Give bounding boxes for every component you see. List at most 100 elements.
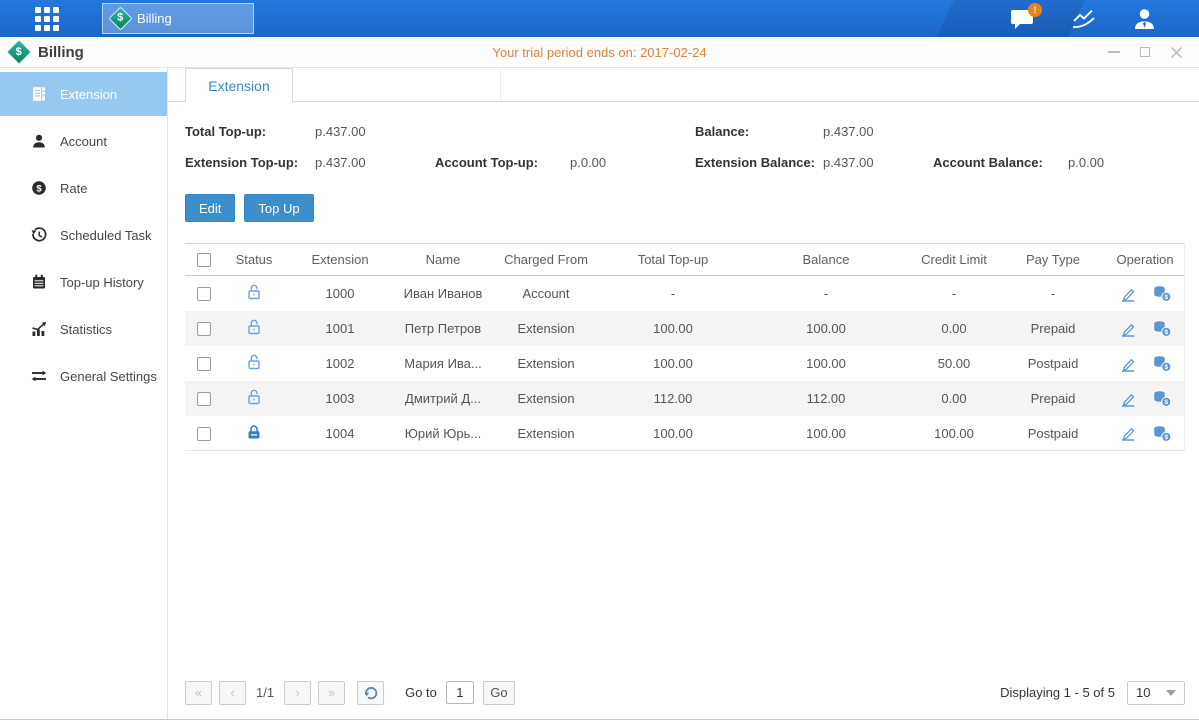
cell-extension: 1002: [285, 356, 395, 371]
page-size-value: 10: [1136, 685, 1150, 700]
messages-icon[interactable]: !: [1010, 7, 1035, 30]
edit-row-icon[interactable]: [1119, 320, 1137, 338]
balance-value: p.437.00: [823, 124, 933, 139]
displaying-text: Displaying 1 - 5 of 5: [1000, 685, 1115, 700]
table-row: 1000Иван ИвановAccount----$: [185, 276, 1184, 311]
minimize-icon[interactable]: [1107, 45, 1121, 59]
top-up-row-icon[interactable]: $: [1152, 425, 1172, 442]
col-charged-from: Charged From: [491, 252, 601, 267]
main-content: Extension Total Top-up: p.437.00 Extensi…: [168, 68, 1199, 719]
edit-row-icon[interactable]: [1119, 390, 1137, 408]
sidebar-item-label: Rate: [60, 181, 87, 196]
status-unlocked-icon[interactable]: [245, 283, 263, 301]
edit-row-icon[interactable]: [1119, 424, 1137, 442]
table-row: 1001Петр ПетровExtension100.00100.000.00…: [185, 311, 1184, 346]
cell-credit-limit: -: [907, 286, 1001, 301]
history-clock-icon: [30, 227, 47, 243]
status-unlocked-icon[interactable]: [245, 388, 263, 406]
select-all-checkbox[interactable]: [197, 253, 211, 267]
top-up-row-icon[interactable]: $: [1152, 285, 1172, 302]
last-page-button[interactable]: »: [318, 681, 345, 705]
status-unlocked-icon[interactable]: [245, 318, 263, 336]
table-header-row: Status Extension Name Charged From Total…: [185, 243, 1184, 276]
sidebar-item-scheduled-task[interactable]: Scheduled Task: [0, 213, 167, 257]
cell-name: Иван Иванов: [395, 286, 491, 301]
close-icon[interactable]: [1169, 45, 1183, 59]
cell-balance: -: [745, 286, 907, 301]
go-button[interactable]: Go: [483, 681, 515, 705]
goto-page-input[interactable]: [446, 681, 474, 704]
account-topup-label: Account Top-up:: [435, 155, 570, 170]
cell-charged-from: Extension: [491, 426, 601, 441]
cell-pay-type: Prepaid: [1001, 321, 1105, 336]
tab-divider: [500, 70, 501, 101]
user-account-icon[interactable]: [1132, 7, 1157, 31]
sidebar: Extension Account $ Rate: [0, 68, 168, 719]
sidebar-item-label: General Settings: [60, 369, 157, 384]
sidebar-item-account[interactable]: Account: [0, 119, 167, 163]
top-up-row-icon[interactable]: $: [1152, 355, 1172, 372]
sidebar-item-general-settings[interactable]: General Settings: [0, 354, 167, 398]
top-up-row-icon[interactable]: $: [1152, 320, 1172, 337]
edit-row-icon[interactable]: [1119, 285, 1137, 303]
window-title: Billing: [38, 44, 84, 61]
taskbar-tab-billing[interactable]: $ Billing: [102, 3, 254, 34]
col-credit-limit: Credit Limit: [907, 252, 1001, 267]
taskbar: $ Billing !: [0, 0, 1199, 37]
maximize-icon[interactable]: [1138, 45, 1152, 59]
sidebar-item-label: Statistics: [60, 322, 112, 337]
sidebar-item-label: Scheduled Task: [60, 228, 152, 243]
cell-name: Дмитрий Д...: [395, 391, 491, 406]
cell-pay-type: -: [1001, 286, 1105, 301]
person-icon: [30, 133, 47, 149]
prev-page-button[interactable]: ‹: [219, 681, 246, 705]
window-titlebar: $ Billing Your trial period ends on: 201…: [0, 37, 1199, 68]
cell-total-topup: 100.00: [601, 321, 745, 336]
extension-balance-value: p.437.00: [823, 155, 933, 170]
sidebar-item-rate[interactable]: $ Rate: [0, 166, 167, 210]
cell-balance: 112.00: [745, 391, 907, 406]
edit-button[interactable]: Edit: [185, 194, 235, 222]
total-topup-label: Total Top-up:: [185, 124, 315, 139]
extension-balance-label: Extension Balance:: [695, 155, 823, 170]
refresh-button[interactable]: [357, 681, 384, 705]
svg-text:$: $: [1164, 294, 1168, 301]
top-up-row-icon[interactable]: $: [1152, 390, 1172, 407]
first-page-button[interactable]: «: [185, 681, 212, 705]
status-unlocked-icon[interactable]: [245, 353, 263, 371]
next-page-button[interactable]: ›: [284, 681, 311, 705]
col-name: Name: [395, 252, 491, 267]
app-launcher-grid-icon[interactable]: [35, 7, 59, 31]
account-balance-label: Account Balance:: [933, 155, 1068, 170]
svg-text:$: $: [1164, 434, 1168, 441]
svg-text:$: $: [36, 183, 42, 194]
account-balance-value: p.0.00: [1068, 155, 1185, 170]
col-status: Status: [223, 252, 285, 267]
status-locked-icon[interactable]: [245, 423, 263, 441]
top-up-button[interactable]: Top Up: [244, 194, 313, 222]
cell-balance: 100.00: [745, 356, 907, 371]
sidebar-item-statistics[interactable]: Statistics: [0, 307, 167, 351]
cell-extension: 1000: [285, 286, 395, 301]
row-checkbox[interactable]: [197, 427, 211, 441]
reports-chart-icon[interactable]: [1071, 8, 1096, 30]
billing-diamond-icon: $: [108, 6, 132, 30]
cell-charged-from: Extension: [491, 321, 601, 336]
svg-text:$: $: [1164, 399, 1168, 406]
cell-pay-type: Postpaid: [1001, 356, 1105, 371]
col-operation: Operation: [1105, 252, 1185, 267]
edit-row-icon[interactable]: [1119, 355, 1137, 373]
sidebar-item-topup-history[interactable]: Top-up History: [0, 260, 167, 304]
sidebar-item-extension[interactable]: Extension: [0, 72, 167, 116]
balance-label: Balance:: [695, 124, 823, 139]
account-topup-value: p.0.00: [570, 155, 695, 170]
row-checkbox[interactable]: [197, 357, 211, 371]
tab-extension[interactable]: Extension: [185, 68, 293, 102]
row-checkbox[interactable]: [197, 287, 211, 301]
extension-topup-value: p.437.00: [315, 155, 435, 170]
page-size-dropdown[interactable]: 10: [1127, 681, 1185, 705]
row-checkbox[interactable]: [197, 392, 211, 406]
total-topup-value: p.437.00: [315, 124, 435, 139]
row-checkbox[interactable]: [197, 322, 211, 336]
cell-credit-limit: 0.00: [907, 321, 1001, 336]
